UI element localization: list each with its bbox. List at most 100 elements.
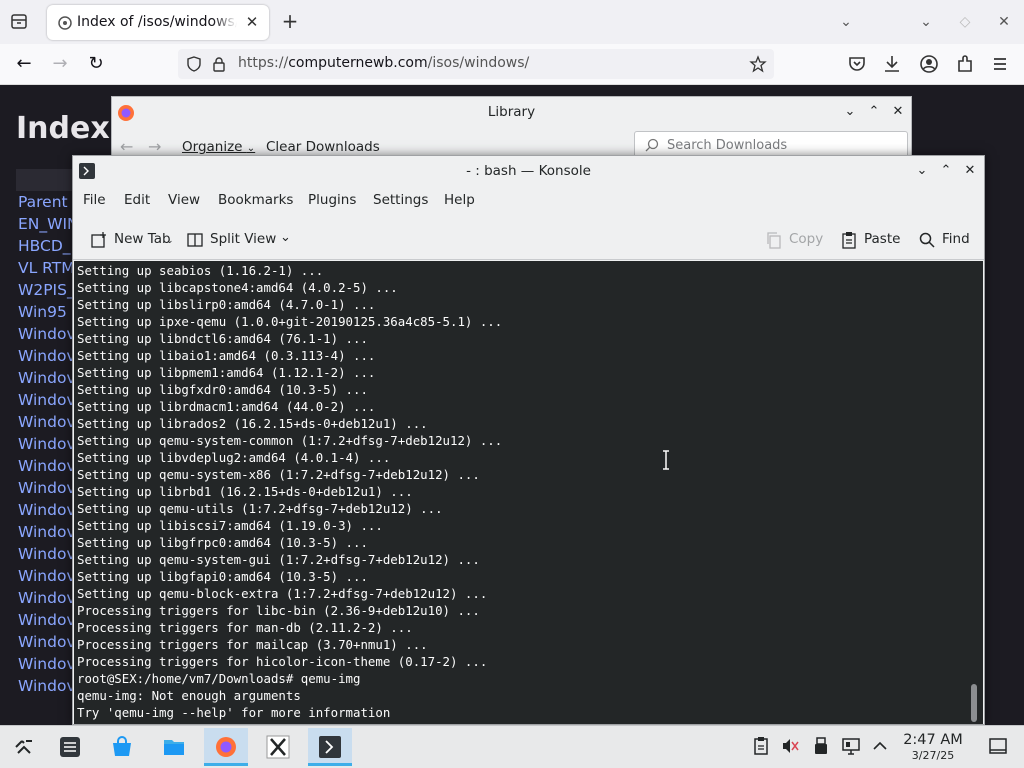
application-launcher[interactable] [2, 728, 46, 766]
browser-tab-bar: Index of /isos/windows/ ✕ + ⌄ ⌄ ◇ ✕ [0, 0, 1024, 44]
maximize-icon[interactable]: ⌃ [937, 162, 955, 180]
directory-link[interactable]: Windov [18, 501, 76, 519]
new-tab-label: New Tab [114, 231, 171, 247]
lock-icon[interactable] [211, 56, 227, 72]
terminal-line: Setting up libvdeplug2:amd64 (4.0.1-4) .… [77, 450, 391, 465]
organize-menu[interactable]: Organize ⌄ [182, 139, 255, 155]
terminal-line: Setting up qemu-system-common (1:7.2+dfs… [77, 433, 503, 448]
bookmark-star-icon[interactable] [749, 55, 767, 73]
terminal-line: Processing triggers for hicolor-icon-the… [77, 654, 488, 669]
maximize-icon[interactable]: ⌃ [865, 103, 883, 121]
volume-muted-icon[interactable] [780, 736, 800, 756]
forward-arrow-icon[interactable]: → [48, 52, 72, 76]
directory-link[interactable]: Windov [18, 523, 76, 541]
konsole-taskbar-button[interactable] [308, 728, 352, 766]
tab-list-icon[interactable] [8, 12, 30, 32]
reload-icon[interactable]: ↻ [84, 52, 108, 76]
directory-link[interactable]: Windov [18, 633, 76, 651]
discover-store-button[interactable] [100, 728, 144, 766]
x-app-taskbar-button[interactable] [256, 728, 300, 766]
close-window-icon[interactable]: ✕ [994, 12, 1014, 32]
find-button[interactable]: Find [918, 230, 974, 250]
list-all-tabs-icon[interactable]: ⌄ [836, 12, 856, 32]
directory-link[interactable]: EN_WIN [18, 215, 79, 233]
menu-icon[interactable] [988, 52, 1012, 76]
terminal-line: Setting up libslirp0:amd64 (4.7.0-1) ... [77, 297, 376, 312]
clock-date[interactable]: 3/27/25 [896, 749, 970, 762]
terminal-line: Setting up librdmacm1:amd64 (44.0-2) ... [77, 399, 376, 414]
clear-downloads-button[interactable]: Clear Downloads [266, 139, 380, 155]
toolbar: New Tab ⌄ Split View ⌄ Copy Paste Find [73, 220, 984, 260]
directory-link[interactable]: Windov [18, 655, 76, 673]
menu-file[interactable]: File [83, 192, 106, 208]
menu-plugins[interactable]: Plugins [308, 192, 356, 208]
terminal-line: Setting up librados2 (16.2.15+ds-0+deb12… [77, 416, 428, 431]
menu-settings[interactable]: Settings [373, 192, 428, 208]
minimize-icon[interactable]: ⌄ [913, 162, 931, 180]
directory-link[interactable]: Windov [18, 567, 76, 585]
directory-link[interactable]: Windov [18, 457, 76, 475]
pager-button[interactable] [48, 728, 92, 766]
network-wired-icon[interactable] [841, 736, 861, 756]
directory-link[interactable]: Windov [18, 611, 76, 629]
scrollbar[interactable] [971, 684, 977, 722]
url-bar[interactable]: https://computernewb.com/isos/windows/ [178, 49, 774, 79]
shield-icon[interactable] [186, 56, 202, 72]
clipboard-icon[interactable] [751, 736, 771, 756]
terminal-output[interactable]: Setting up seabios (1.16.2-1) ... Setting… [74, 261, 983, 724]
directory-link[interactable]: Windov [18, 589, 76, 607]
directory-link[interactable]: HBCD_ [18, 237, 71, 255]
back-arrow-icon[interactable]: ← [120, 137, 133, 156]
maximize-icon[interactable]: ◇ [955, 12, 975, 32]
menu-bookmarks[interactable]: Bookmarks [218, 192, 293, 208]
directory-link[interactable]: Windov [18, 479, 76, 497]
terminal-line: Setting up qemu-block-extra (1:7.2+dfsg-… [77, 586, 488, 601]
terminal-line: Setting up libgfapi0:amd64 (10.3-5) ... [77, 569, 368, 584]
back-arrow-icon[interactable]: ← [12, 52, 36, 76]
browser-tab[interactable]: Index of /isos/windows/ ✕ [47, 5, 269, 40]
show-desktop-icon[interactable] [988, 736, 1008, 756]
directory-link[interactable]: Windov [18, 369, 76, 387]
show-hidden-icons-chevron-up-icon[interactable] [870, 736, 890, 756]
account-icon[interactable] [917, 52, 941, 76]
firefox-taskbar-button[interactable] [204, 728, 248, 766]
directory-link[interactable]: Windov [18, 677, 76, 695]
pocket-icon[interactable] [845, 52, 869, 76]
split-view-button[interactable]: Split View ⌄ [186, 230, 296, 250]
search-icon [919, 232, 935, 248]
directory-link[interactable]: Windov [18, 545, 76, 563]
terminal-line: Setting up libgfrpc0:amd64 (10.3-5) ... [77, 535, 368, 550]
directory-link[interactable]: Windov [18, 347, 76, 365]
menu-view[interactable]: View [168, 192, 200, 208]
downloads-icon[interactable] [880, 52, 904, 76]
forward-arrow-icon[interactable]: → [148, 137, 161, 156]
file-manager-button[interactable] [152, 728, 196, 766]
terminal-line: Setting up ipxe-qemu (1.0.0+git-20190125… [77, 314, 503, 329]
extensions-icon[interactable] [953, 52, 977, 76]
copy-button[interactable]: Copy [765, 230, 825, 250]
directory-link[interactable]: Windov [18, 435, 76, 453]
close-icon[interactable]: ✕ [889, 103, 907, 121]
menu-edit[interactable]: Edit [124, 192, 150, 208]
clock-time[interactable]: 2:47 AM [896, 732, 970, 748]
directory-link[interactable]: Windov [18, 325, 76, 343]
usb-device-icon[interactable] [811, 736, 831, 756]
chevron-down-icon: ⌄ [280, 230, 291, 245]
directory-link[interactable]: Win95 [18, 303, 67, 321]
directory-link[interactable]: W2PIS_ [18, 281, 75, 299]
url-prefix: https:// [238, 55, 289, 71]
new-tab-button[interactable]: New Tab ⌄ [90, 230, 180, 250]
terminal-line: Setting up libiscsi7:amd64 (1.19.0-3) ..… [77, 518, 383, 533]
directory-link[interactable]: Windov [18, 413, 76, 431]
new-tab-icon[interactable]: + [280, 11, 300, 33]
minimize-icon[interactable]: ⌄ [916, 12, 936, 32]
directory-link[interactable]: VL RTM [18, 259, 75, 277]
close-icon[interactable]: ✕ [961, 162, 979, 180]
minimize-icon[interactable]: ⌄ [841, 103, 859, 121]
paste-button[interactable]: Paste [840, 230, 902, 250]
terminal-line: Setting up librbd1 (16.2.15+ds-0+deb12u1… [77, 484, 413, 499]
directory-link[interactable]: Windov [18, 391, 76, 409]
menu-help[interactable]: Help [444, 192, 475, 208]
konsole-title: - : bash — Konsole [466, 163, 591, 179]
close-tab-icon[interactable]: ✕ [243, 13, 261, 31]
